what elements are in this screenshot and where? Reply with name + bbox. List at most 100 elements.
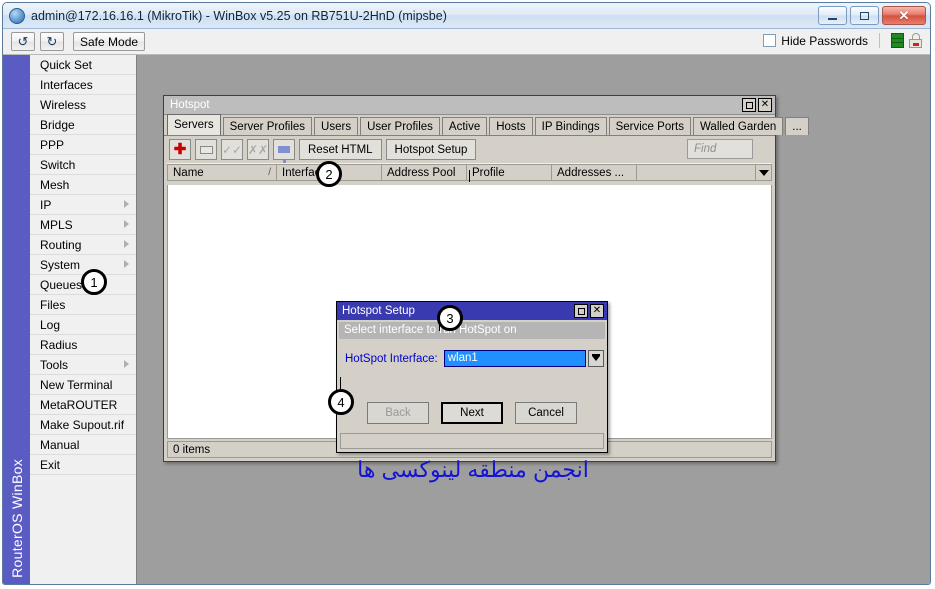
tab-hosts[interactable]: Hosts [489,117,533,135]
tab-ip-bindings[interactable]: IP Bindings [534,117,607,135]
column-header-profile[interactable]: Profile [467,164,552,181]
chevron-right-icon [124,360,129,368]
sidebar-item-switch[interactable]: Switch [30,155,136,175]
sidebar-item-manual[interactable]: Manual [30,435,136,455]
column-header-addresses[interactable]: Addresses ... [552,164,637,181]
sidebar-item-quick-set[interactable]: Quick Set [30,55,136,75]
tab-[interactable]: ... [785,117,809,135]
sidebar-item-label: Wireless [40,98,87,112]
window-titlebar: admin@172.16.16.1 (MikroTik) - WinBox v5… [3,3,930,29]
undo-button[interactable]: ↺ [11,32,35,51]
reset-html-label: Reset HTML [308,143,373,156]
sidebar-item-label: Interfaces [40,78,93,92]
sidebar-item-make-supout-rif[interactable]: Make Supout.rif [30,415,136,435]
add-button[interactable]: ✚ [169,139,191,160]
sidebar-item-tools[interactable]: Tools [30,355,136,375]
sidebar-item-wireless[interactable]: Wireless [30,95,136,115]
chevron-down-icon [758,169,769,176]
tab-users[interactable]: Users [314,117,359,135]
hotspot-titlebar: Hotspot ✕ [164,96,775,115]
lock-icon [909,33,922,48]
sidebar-item-system[interactable]: System [30,255,136,275]
redo-button[interactable]: ↻ [40,32,64,51]
cancel-label: Cancel [528,407,564,419]
find-placeholder: Find [694,143,717,155]
safe-mode-button[interactable]: Safe Mode [73,32,146,51]
minimize-button[interactable] [818,6,847,25]
hotspot-maximize-button[interactable] [742,98,756,112]
sidebar-item-interfaces[interactable]: Interfaces [30,75,136,95]
sidebar-item-files[interactable]: Files [30,295,136,315]
annotation-marker-4: 4 [328,389,354,415]
maximize-icon [860,11,869,20]
sidebar-item-ppp[interactable]: PPP [30,135,136,155]
hide-passwords-checkbox[interactable] [763,34,777,47]
safe-mode-label: Safe Mode [80,34,139,49]
window-title: admin@172.16.16.1 (MikroTik) - WinBox v5… [31,8,447,23]
tab-user-profiles[interactable]: User Profiles [360,117,440,135]
sidebar-item-label: Tools [40,358,69,372]
sidebar-item-log[interactable]: Log [30,315,136,335]
sidebar-item-routing[interactable]: Routing [30,235,136,255]
cancel-button[interactable]: Cancel [515,402,577,424]
sidebar-item-metarouter[interactable]: MetaROUTER [30,395,136,415]
hotspot-interface-label: HotSpot Interface: [345,352,438,365]
hotspot-maximize-icon [745,101,753,109]
column-header-label: Profile [472,167,505,179]
hide-passwords-area: Hide Passwords [763,33,922,48]
tab-walled-garden[interactable]: Walled Garden [693,117,784,135]
setup-close-button[interactable]: ✕ [590,304,604,318]
tab-server-profiles[interactable]: Server Profiles [222,117,313,135]
lock-body [909,39,922,48]
sidebar-item-radius[interactable]: Radius [30,335,136,355]
tab-label: IP Bindings [541,121,600,133]
column-chooser-button[interactable] [756,164,772,181]
minimize-icon [828,17,837,20]
sidebar-item-bridge[interactable]: Bridge [30,115,136,135]
sidebar-item-label: System [40,258,81,272]
close-button[interactable]: ✕ [882,6,926,25]
column-header-spacer [637,164,756,181]
sidebar-item-mpls[interactable]: MPLS [30,215,136,235]
column-header-label: Address Pool [387,167,456,179]
hotspot-close-button[interactable]: ✕ [758,98,772,112]
hotspot-setup-button[interactable]: Hotspot Setup [385,139,477,160]
back-button[interactable]: Back [367,402,429,424]
tab-active[interactable]: Active [441,117,488,135]
column-header-name[interactable]: Name / [167,164,277,181]
sidebar-item-new-terminal[interactable]: New Terminal [30,375,136,395]
column-header-address-pool[interactable]: Address Pool [382,164,467,181]
hotspot-interface-dropdown-button[interactable] [587,350,604,367]
filter-button[interactable] [273,139,295,166]
tab-label: ... [792,121,802,133]
sidebar-menu: Quick Set Interfaces Wireless Bridge PPP Swit… [30,55,137,584]
workspace: RouterOS WinBox Quick Set Interfaces Wirel… [3,55,930,584]
sidebar-item-ip[interactable]: IP [30,195,136,215]
sidebar-item-label: Make Supout.rif [40,418,125,432]
disable-button[interactable]: ✗✗ [247,139,269,160]
sidebar-item-label: Log [40,318,61,332]
tab-label: Server Profiles [229,121,306,133]
sidebar-item-label: Exit [40,458,61,472]
remove-button[interactable] [195,139,217,160]
winbox-app-icon [9,7,25,24]
enable-button[interactable]: ✓✓ [221,139,243,160]
tab-servers[interactable]: Servers [167,114,221,135]
sidebar-item-label: MPLS [40,218,73,232]
tab-label: Service Ports [615,121,684,133]
tab-service-ports[interactable]: Service Ports [608,117,691,135]
sidebar-item-mesh[interactable]: Mesh [30,175,136,195]
sidebar-item-label: Switch [40,158,76,172]
reset-html-button[interactable]: Reset HTML [299,139,382,160]
sidebar-item-exit[interactable]: Exit [30,455,136,475]
cross-icon: ✗✗ [247,142,269,157]
hotspot-interface-input[interactable]: wlan1 [443,350,586,367]
setup-maximize-button[interactable] [574,304,588,318]
hotspot-toolbar: ✚ ✓✓ ✗✗ Reset HTML Hotspot Setup Find [164,136,775,166]
setup-instruction-text: Select interface to run HotSpot on [339,322,605,339]
find-input[interactable]: Find [687,139,753,159]
plus-icon: ✚ [173,141,187,158]
maximize-button[interactable] [850,6,879,25]
next-button[interactable]: Next [441,402,503,424]
chevron-right-icon [124,220,129,228]
